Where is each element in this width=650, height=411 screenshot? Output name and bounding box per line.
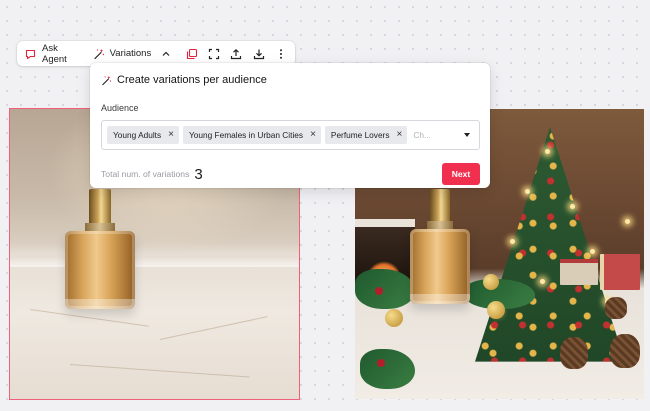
chip-remove-icon[interactable]: × [310, 130, 316, 140]
pine-branch [360, 349, 415, 389]
pinecone [605, 297, 627, 319]
total-variations: Total num. of variations 3 [101, 166, 203, 183]
chip-label: Young Adults [113, 130, 162, 140]
audience-multiselect[interactable]: Young Adults × Young Females in Urban Ci… [101, 120, 480, 150]
variations-popover: Create variations per audience Audience … [90, 63, 490, 188]
popover-title: Create variations per audience [117, 74, 267, 86]
audience-search-input[interactable]: Ch... [413, 130, 460, 140]
total-variations-label: Total num. of variations [101, 169, 190, 179]
ask-agent-label: Ask Agent [42, 42, 67, 65]
magic-wand-icon [93, 48, 105, 60]
upload-icon [230, 48, 242, 60]
chip-label: Young Females in Urban Cities [188, 130, 304, 140]
popover-header: Create variations per audience [101, 73, 480, 87]
marble-vein [29, 309, 149, 327]
gift-box [560, 259, 598, 285]
ornament [377, 359, 385, 367]
pinecone [560, 337, 588, 369]
audience-chip-young-females: Young Females in Urban Cities × [182, 126, 321, 144]
total-variations-value: 3 [194, 165, 203, 183]
audience-chip-perfume-lovers: Perfume Lovers × [324, 126, 408, 144]
marble-vein [69, 364, 250, 378]
ask-agent-button[interactable]: Ask Agent [25, 41, 81, 66]
magic-wand-icon [101, 75, 112, 86]
duplicate-icon [186, 48, 198, 60]
ornament [483, 274, 499, 290]
download-icon [253, 48, 265, 60]
pine-branch [355, 269, 415, 309]
popover-footer: Total num. of variations 3 Next [101, 163, 480, 185]
fullscreen-icon [208, 48, 220, 60]
table-edge [10, 257, 299, 267]
chip-remove-icon[interactable]: × [396, 130, 402, 140]
more-vertical-icon [275, 48, 287, 60]
ornament [385, 309, 403, 327]
chevron-up-icon [160, 48, 172, 60]
audience-chip-young-adults: Young Adults × [107, 126, 179, 144]
perfume-bottle [410, 189, 470, 304]
gift-box [600, 254, 640, 290]
perfume-bottle [65, 189, 135, 309]
caret-down-icon[interactable] [464, 133, 470, 137]
audience-label: Audience [101, 103, 139, 113]
chip-remove-icon[interactable]: × [168, 130, 174, 140]
ornament [375, 287, 383, 295]
pinecone [610, 334, 640, 368]
ask-agent-icon [25, 48, 37, 60]
ornament [487, 301, 505, 319]
marble-vein [159, 316, 268, 340]
next-button[interactable]: Next [442, 163, 480, 185]
variations-label: Variations [109, 48, 152, 59]
chip-label: Perfume Lovers [330, 130, 390, 140]
